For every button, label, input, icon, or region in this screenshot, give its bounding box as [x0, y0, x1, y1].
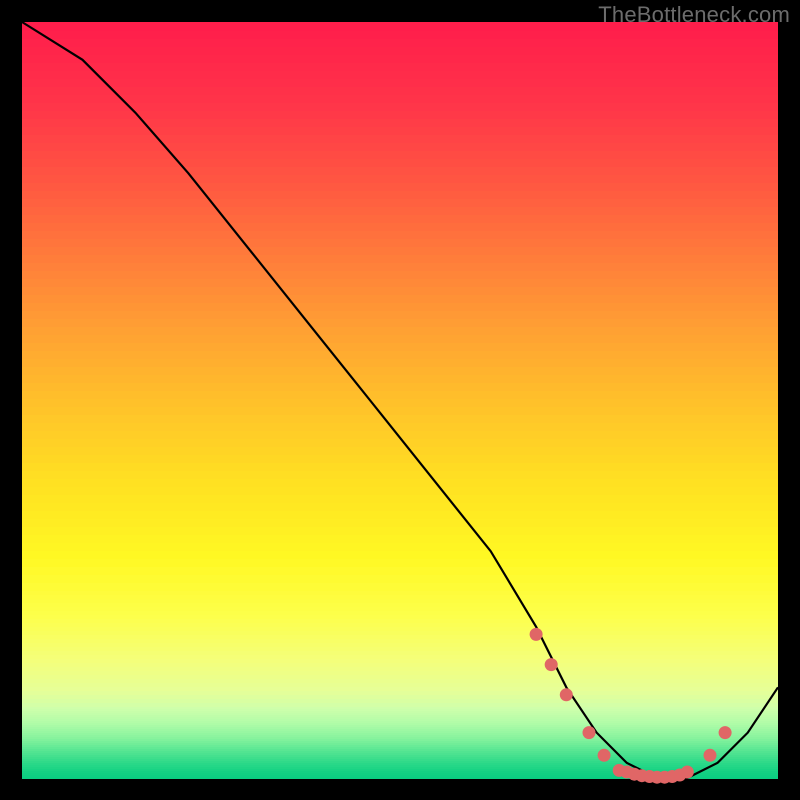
highlight-dot — [545, 658, 558, 671]
chart-stage: TheBottleneck.com — [0, 0, 800, 800]
curve-layer — [22, 22, 778, 778]
highlight-dot — [681, 766, 694, 779]
highlight-dot — [530, 628, 543, 641]
bottleneck-curve — [22, 22, 778, 778]
watermark-text: TheBottleneck.com — [598, 2, 790, 28]
highlight-dot — [598, 749, 611, 762]
marker-group — [530, 628, 732, 784]
highlight-dot — [560, 688, 573, 701]
highlight-dot — [704, 749, 717, 762]
highlight-dot — [583, 726, 596, 739]
plot-area — [22, 22, 778, 778]
highlight-dot — [719, 726, 732, 739]
